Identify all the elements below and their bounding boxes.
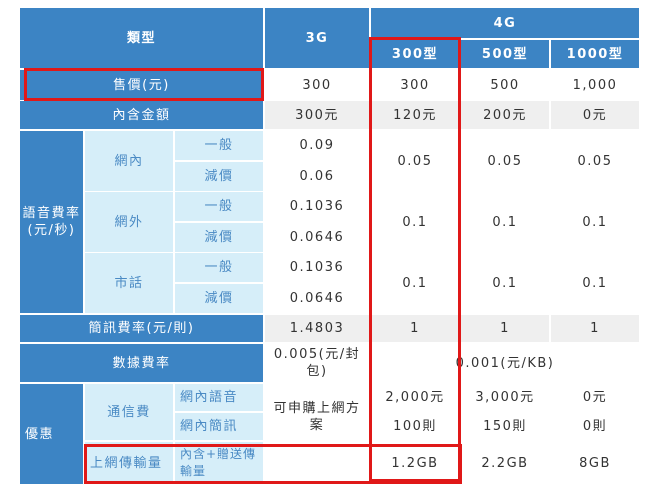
voice-landline-label: 市話 <box>85 253 173 313</box>
data-rate-label: 數據費率 <box>20 344 263 382</box>
voice-landline-1000: 0.1 <box>551 253 639 313</box>
data-rate-3g: 0.005(元/封包) <box>265 344 369 382</box>
promo-3g-note: 可申購上網方案 <box>265 384 369 440</box>
included-3g: 300元 <box>265 101 369 129</box>
onnet-sms-500: 150則 <box>461 413 549 440</box>
voice-offnet-500: 0.1 <box>461 192 549 252</box>
data-volume-label: 上網傳輸量 <box>85 442 173 484</box>
sms-rate-3g: 1.4803 <box>265 315 369 342</box>
voice-landline-discount: 減價 <box>175 284 263 313</box>
onnet-voice-1000: 0元 <box>551 384 639 411</box>
price-300: 300 <box>371 70 459 100</box>
included-500: 200元 <box>461 101 549 129</box>
onnet-sms-label: 網內簡訊 <box>175 413 263 440</box>
data-volume-1000: 8GB <box>551 442 639 484</box>
voice-onnet-3g-general: 0.09 <box>265 131 369 160</box>
onnet-voice-300: 2,000元 <box>371 384 459 411</box>
onnet-voice-label: 網內語音 <box>175 384 263 411</box>
data-volume-300: 1.2GB <box>371 442 459 484</box>
voice-onnet-500: 0.05 <box>461 131 549 191</box>
voice-offnet-discount: 減價 <box>175 223 263 252</box>
voice-onnet-3g-discount: 0.06 <box>265 162 369 191</box>
data-volume-sublabel: 內含+贈送傳輸量 <box>175 442 263 484</box>
header-plan-300: 300型 <box>371 40 459 68</box>
voice-landline-500: 0.1 <box>461 253 549 313</box>
voice-offnet-3g-general: 0.1036 <box>265 192 369 221</box>
included-label: 內含金額 <box>20 101 263 129</box>
header-plan-500: 500型 <box>461 40 549 68</box>
voice-onnet-label: 網內 <box>85 131 173 191</box>
header-3g: 3G <box>265 8 369 68</box>
voice-landline-3g-general: 0.1036 <box>265 253 369 282</box>
included-1000: 0元 <box>551 101 639 129</box>
voice-landline-general: 一般 <box>175 253 263 282</box>
promo-label: 優惠 <box>20 384 83 484</box>
voice-onnet-discount: 減價 <box>175 162 263 191</box>
header-4g: 4G <box>371 8 639 38</box>
voice-landline-300: 0.1 <box>371 253 459 313</box>
price-1000: 1,000 <box>551 70 639 100</box>
voice-onnet-1000: 0.05 <box>551 131 639 191</box>
price-label: 售價(元) <box>20 70 263 100</box>
header-type: 類型 <box>20 8 263 68</box>
included-300: 120元 <box>371 101 459 129</box>
sms-rate-label: 簡訊費率(元/則) <box>20 315 263 342</box>
sms-rate-500: 1 <box>461 315 549 342</box>
voice-landline-3g-discount: 0.0646 <box>265 284 369 313</box>
voice-offnet-3g-discount: 0.0646 <box>265 223 369 252</box>
bundle-label: 通信費 <box>85 384 173 440</box>
data-rate-4g: 0.001(元/KB) <box>371 344 639 382</box>
voice-rate-label: 語音費率 (元/秒) <box>20 131 83 313</box>
voice-offnet-1000: 0.1 <box>551 192 639 252</box>
data-volume-3g <box>265 442 369 484</box>
data-volume-500: 2.2GB <box>461 442 549 484</box>
sms-rate-300: 1 <box>371 315 459 342</box>
onnet-sms-300: 100則 <box>371 413 459 440</box>
voice-offnet-general: 一般 <box>175 192 263 221</box>
voice-onnet-general: 一般 <box>175 131 263 160</box>
header-plan-1000: 1000型 <box>551 40 639 68</box>
sms-rate-1000: 1 <box>551 315 639 342</box>
voice-offnet-label: 網外 <box>85 192 173 252</box>
onnet-voice-500: 3,000元 <box>461 384 549 411</box>
onnet-sms-1000: 0則 <box>551 413 639 440</box>
price-3g: 300 <box>265 70 369 100</box>
voice-offnet-300: 0.1 <box>371 192 459 252</box>
voice-onnet-300: 0.05 <box>371 131 459 191</box>
price-500: 500 <box>461 70 549 100</box>
